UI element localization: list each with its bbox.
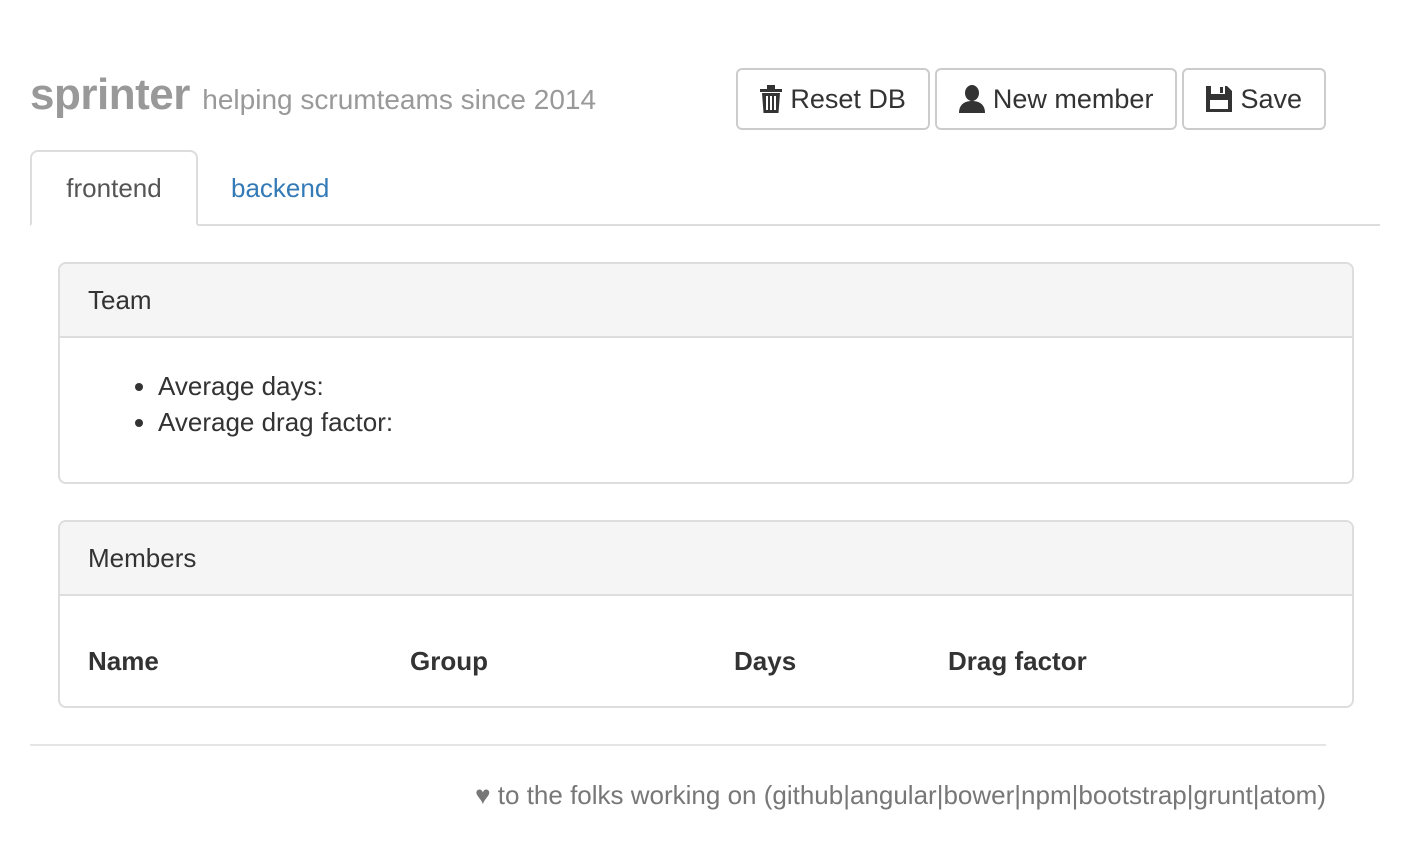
tab-bar: frontend backend bbox=[30, 150, 1380, 226]
team-panel: Team Average days: Average drag factor: bbox=[58, 262, 1354, 484]
team-panel-heading: Team bbox=[60, 264, 1352, 338]
column-header-name: Name bbox=[88, 646, 159, 676]
members-table: Name Group Days Drag factor bbox=[60, 596, 1352, 706]
reset-db-button[interactable]: Reset DB bbox=[736, 68, 930, 130]
brand: sprinter helping scrumteams since 2014 bbox=[30, 70, 596, 120]
trash-icon bbox=[760, 85, 783, 113]
app-tagline: helping scrumteams since 2014 bbox=[202, 84, 597, 115]
app-title: sprinter bbox=[30, 70, 190, 119]
members-panel-heading: Members bbox=[60, 522, 1352, 596]
column-header-drag-factor: Drag factor bbox=[948, 646, 1087, 676]
average-drag-factor-item: Average drag factor: bbox=[158, 404, 1352, 440]
members-panel: Members Name Group Days Drag factor bbox=[58, 520, 1354, 708]
team-stats-list: Average days: Average drag factor: bbox=[60, 338, 1352, 440]
floppy-disk-icon bbox=[1206, 86, 1233, 112]
user-icon bbox=[958, 85, 985, 113]
column-header-group: Group bbox=[410, 646, 488, 676]
tab-backend[interactable]: backend bbox=[231, 150, 329, 226]
reset-db-label: Reset DB bbox=[790, 83, 906, 114]
column-header-days: Days bbox=[734, 646, 797, 676]
toolbar: Reset DB New member Save bbox=[736, 68, 1326, 130]
page-header: sprinter helping scrumteams since 2014 R… bbox=[30, 68, 1326, 130]
average-days-item: Average days: bbox=[158, 368, 1352, 404]
tab-frontend[interactable]: frontend bbox=[30, 150, 198, 226]
new-member-label: New member bbox=[992, 83, 1154, 114]
footer-divider bbox=[30, 744, 1326, 746]
save-label: Save bbox=[1240, 83, 1302, 114]
new-member-button[interactable]: New member bbox=[934, 68, 1178, 130]
footer-credits: ♥ to the folks working on (github|angula… bbox=[475, 780, 1326, 810]
save-button[interactable]: Save bbox=[1182, 68, 1326, 130]
